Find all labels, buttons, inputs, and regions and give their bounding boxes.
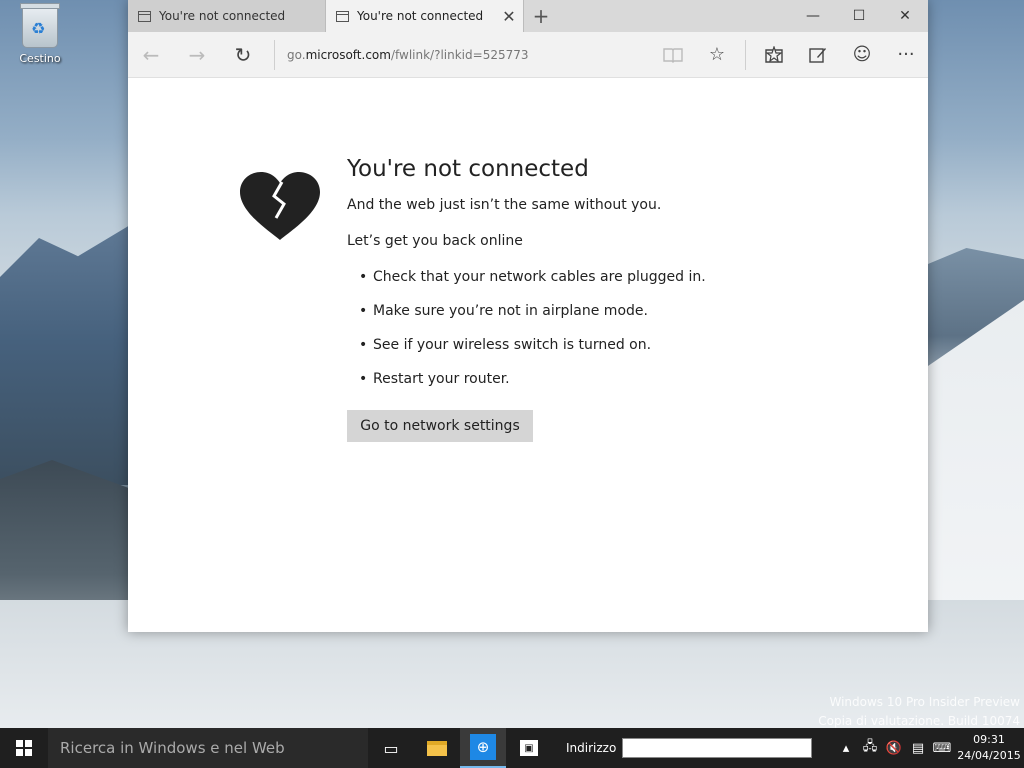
show-hidden-icons-chevron-icon[interactable]: ▴ bbox=[834, 741, 858, 756]
page-icon bbox=[138, 10, 151, 22]
edge-browser-window: You're not connected You're not connecte… bbox=[128, 0, 928, 632]
volume-muted-icon[interactable]: 🔇 bbox=[882, 741, 906, 756]
close-tab-icon[interactable]: ✕ bbox=[495, 7, 523, 26]
tab-title: You're not connected bbox=[357, 9, 484, 23]
store-taskbar-button[interactable]: ▣ bbox=[506, 728, 552, 768]
feedback-smiley-icon[interactable]: ☺ bbox=[840, 32, 884, 78]
recycle-bin-icon: ♻ bbox=[20, 3, 60, 48]
close-window-button[interactable]: ✕ bbox=[882, 0, 928, 32]
clock[interactable]: 09:31 24/04/2015 bbox=[954, 732, 1024, 764]
action-center-icon[interactable]: ▤ bbox=[906, 741, 930, 756]
page-subtitle: And the web just isn’t the same without … bbox=[347, 197, 662, 213]
edge-taskbar-button[interactable]: ⊕ bbox=[460, 728, 506, 768]
error-message: You're not connected And the web just is… bbox=[347, 156, 827, 442]
more-options-icon[interactable]: ··· bbox=[884, 32, 928, 78]
recycle-bin-label: Cestino bbox=[19, 52, 61, 65]
tab-2-active[interactable]: You're not connected ✕ bbox=[326, 0, 524, 32]
start-button[interactable] bbox=[0, 728, 48, 768]
tips-list: • Check that your network cables are plug… bbox=[347, 269, 827, 405]
window-controls: — ☐ ✕ bbox=[790, 0, 928, 32]
list-item: • Restart your router. bbox=[359, 371, 510, 387]
back-arrow-icon[interactable]: ← bbox=[128, 32, 174, 78]
page-title: You're not connected bbox=[347, 156, 589, 182]
file-explorer-button[interactable] bbox=[414, 728, 460, 768]
taskbar: Ricerca in Windows e nel Web ▭ ⊕ ▣ Indir… bbox=[0, 728, 1024, 768]
address-toolbar-label: Indirizzo bbox=[566, 741, 617, 755]
tab-bar: You're not connected You're not connecte… bbox=[128, 0, 928, 32]
network-disconnected-icon[interactable]: 🖧 bbox=[858, 737, 882, 759]
url-path: /fwlink/?linkid=525773 bbox=[390, 47, 529, 62]
navigation-bar: ← → ↻ go. microsoft.com/fwlink/?linkid=52… bbox=[128, 32, 928, 78]
refresh-icon[interactable]: ↻ bbox=[220, 32, 266, 78]
touch-keyboard-icon[interactable]: ⌨ bbox=[930, 741, 954, 756]
address-bar[interactable]: go. microsoft.com/fwlink/?linkid=525773 bbox=[274, 39, 651, 70]
edge-icon: ⊕ bbox=[470, 734, 496, 760]
windows-watermark: Windows 10 Pro Insider Preview Copia di … bbox=[818, 695, 1020, 728]
clock-date: 24/04/2015 bbox=[957, 749, 1021, 762]
tab-title: You're not connected bbox=[159, 9, 286, 23]
url-prefix: go. bbox=[287, 47, 306, 62]
broken-heart-icon bbox=[240, 172, 320, 240]
toolbar-right: ☆ ☺ ··· bbox=[651, 32, 928, 78]
windows-logo-icon bbox=[16, 740, 32, 756]
clock-time: 09:31 bbox=[973, 733, 1005, 746]
tab-1[interactable]: You're not connected bbox=[128, 0, 326, 32]
hub-icon[interactable] bbox=[752, 32, 796, 78]
url-host: microsoft.com bbox=[305, 47, 391, 62]
list-item: • Check that your network cables are plug… bbox=[359, 269, 706, 285]
page-content: You're not connected And the web just is… bbox=[128, 78, 928, 632]
taskbar-search-box[interactable]: Ricerca in Windows e nel Web bbox=[48, 728, 368, 768]
folder-icon bbox=[427, 740, 447, 756]
list-item: • Make sure you’re not in airplane mode. bbox=[359, 303, 648, 319]
address-toolbar-input[interactable] bbox=[622, 738, 813, 758]
reading-view-icon[interactable] bbox=[651, 32, 695, 78]
store-icon: ▣ bbox=[520, 740, 538, 756]
page-icon bbox=[336, 10, 349, 22]
system-tray: ▴ 🖧 🔇 ▤ ⌨ 09:31 24/04/2015 bbox=[834, 728, 1024, 768]
maximize-button[interactable]: ☐ bbox=[836, 0, 882, 32]
new-tab-button[interactable]: + bbox=[524, 0, 558, 32]
network-settings-button[interactable]: Go to network settings bbox=[347, 410, 533, 442]
minimize-button[interactable]: — bbox=[790, 0, 836, 32]
forward-arrow-icon[interactable]: → bbox=[174, 32, 220, 78]
list-item: • See if your wireless switch is turned o… bbox=[359, 337, 652, 353]
desktop-wallpaper-mountain bbox=[0, 225, 130, 485]
favorite-star-icon[interactable]: ☆ bbox=[695, 32, 739, 78]
task-view-icon[interactable]: ▭ bbox=[368, 728, 414, 768]
page-prompt: Let’s get you back online bbox=[347, 233, 523, 249]
recycle-bin-desktop-icon[interactable]: ♻ Cestino bbox=[12, 3, 68, 65]
web-note-icon[interactable] bbox=[796, 32, 840, 78]
